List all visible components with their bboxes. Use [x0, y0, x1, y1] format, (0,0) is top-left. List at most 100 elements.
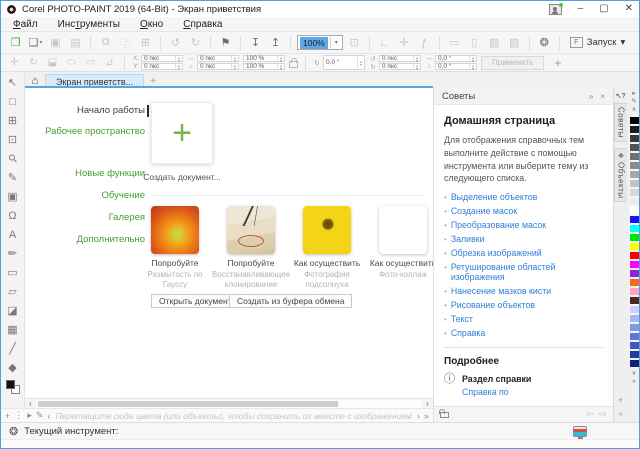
palette-color-swatch[interactable] [629, 260, 640, 269]
tab-welcome-screen[interactable]: Экран приветств... [45, 74, 144, 88]
welcome-nav-workspace[interactable]: Рабочее пространство [33, 126, 145, 137]
zoom-level-value[interactable]: 100% [300, 37, 328, 49]
palette-color-swatch[interactable] [629, 251, 640, 260]
close-button[interactable]: ✕ [625, 4, 633, 14]
skew-v-field[interactable]: 0,0 ° [435, 63, 477, 70]
tutorial-thumbnail-healing-clone[interactable] [227, 206, 275, 254]
spinner-icon[interactable] [231, 56, 238, 61]
palette-color-swatch[interactable] [629, 161, 640, 170]
save-icon[interactable]: ▣ [47, 34, 64, 51]
mask-transform-tool[interactable]: ⊞ [1, 111, 25, 130]
position-x-field[interactable]: 0 пкс [141, 55, 183, 62]
palette-color-swatch[interactable] [629, 206, 640, 215]
new-tab-icon[interactable]: + [144, 74, 162, 88]
show-object-marquee-icon[interactable]: ▯ [466, 34, 483, 51]
hint-link[interactable]: •Рисование объектов [444, 300, 603, 310]
hint-link[interactable]: •Преобразование масок [444, 220, 603, 230]
scrollbar-thumb[interactable] [38, 401, 338, 407]
palette-color-swatch[interactable] [629, 215, 640, 224]
add-control-icon[interactable]: + [554, 56, 561, 70]
tutorial-thumbnail-gaussian-blur[interactable] [151, 206, 199, 254]
object-transparency-tool[interactable]: ◪ [1, 301, 25, 320]
docker-back-icon[interactable]: ⇦ [586, 409, 594, 420]
scrollbar-track[interactable] [36, 400, 422, 408]
print-icon[interactable]: ▤ [67, 34, 84, 51]
palette-color-swatch[interactable] [629, 359, 640, 368]
position-y-field[interactable]: 0 пкс [141, 63, 183, 70]
welcome-nav-getting-started[interactable]: Начало работы [33, 105, 145, 116]
width-field[interactable]: 0 пкс [197, 55, 239, 62]
spinner-icon[interactable] [277, 64, 284, 69]
rectangle-tool[interactable]: ▭ [1, 263, 25, 282]
palette-color-swatch[interactable] [629, 287, 640, 296]
hint-link[interactable]: •Ретуширование областей изображения [444, 262, 603, 282]
height-field[interactable]: 0 пкс [197, 63, 239, 70]
welcome-nav-more[interactable]: Дополнительно [33, 234, 145, 245]
palette-color-swatch[interactable] [629, 143, 640, 152]
spinner-icon[interactable] [413, 64, 420, 69]
clone-tool[interactable]: ▣ [1, 187, 25, 206]
text-tool[interactable]: A [1, 225, 25, 244]
open-document-icon[interactable]: ❏▾ [27, 34, 44, 51]
palette-color-swatch[interactable] [629, 116, 640, 125]
copy-icon[interactable]: ⿻ [117, 34, 134, 51]
cut-icon[interactable]: ⧉ [97, 34, 114, 51]
palette-color-swatch[interactable] [629, 296, 640, 305]
perspective-correction-icon[interactable]: ✛ [396, 34, 413, 51]
foreground-color-swatch[interactable] [6, 380, 15, 389]
zoom-dropdown-caret-icon[interactable]: ▾ [330, 36, 342, 49]
welcome-nav-gallery[interactable]: Галерея [33, 212, 145, 223]
palette-scroll-right-icon[interactable]: › [417, 411, 420, 421]
hint-link[interactable]: •Справка [444, 328, 603, 338]
status-gear-icon[interactable]: ❂ [9, 425, 18, 438]
lock-ratio-icon[interactable] [289, 61, 298, 68]
open-dropdown-caret-icon[interactable]: ▾ [39, 39, 42, 46]
spinner-icon[interactable] [413, 56, 420, 61]
palette-more-icon[interactable]: » [424, 411, 429, 421]
image-adjustment-icon[interactable]: ƒ [416, 34, 433, 51]
color-management-icon[interactable] [573, 426, 587, 437]
redo-icon[interactable]: ↻ [187, 34, 204, 51]
user-account-icon[interactable] [549, 4, 562, 15]
paint-tool[interactable]: ✏ [1, 244, 25, 263]
pattern-transparency-tool[interactable]: ▦ [1, 320, 25, 339]
palette-color-swatch[interactable] [629, 305, 640, 314]
palette-color-swatch[interactable] [629, 188, 640, 197]
spinner-icon[interactable] [231, 64, 238, 69]
palette-color-swatch[interactable] [629, 269, 640, 278]
hint-link[interactable]: •Создание масок [444, 206, 603, 216]
menu-window[interactable]: Окно [140, 19, 163, 30]
palette-scroll-left-icon[interactable]: ‹ [47, 411, 50, 421]
rotation-angle-field[interactable]: 0,0 ° [323, 55, 365, 70]
add-color-icon[interactable]: + [5, 411, 10, 421]
palette-color-swatch[interactable] [629, 152, 640, 161]
palette-color-swatch[interactable] [629, 170, 640, 179]
rectangle-mask-tool[interactable]: □ [1, 92, 25, 111]
palette-scroll-down-icon[interactable]: ∨ [632, 370, 637, 378]
transform-scale-icon[interactable]: ⬓ [45, 57, 60, 68]
spinner-icon[interactable] [175, 64, 182, 69]
welcome-nav-learning[interactable]: Обучение [33, 190, 145, 201]
palette-eyedropper-icon[interactable]: ✎ [631, 98, 636, 106]
export-icon[interactable]: ↥ [267, 34, 284, 51]
paste-icon[interactable]: ⊞ [137, 34, 154, 51]
menu-file[interactable]: Файл [13, 19, 38, 30]
import-icon[interactable]: ↧ [247, 34, 264, 51]
hint-link[interactable]: •Текст [444, 314, 603, 324]
spinner-icon[interactable] [357, 56, 364, 69]
undo-icon[interactable]: ↺ [167, 34, 184, 51]
palette-color-swatch[interactable] [629, 197, 640, 206]
menu-tools[interactable]: Инструменты [58, 19, 120, 30]
home-tab-icon[interactable]: ⌂ [25, 74, 45, 88]
spinner-icon[interactable] [469, 56, 476, 61]
eraser-tool[interactable]: ▱ [1, 282, 25, 301]
fill-tool[interactable]: ◆ [1, 358, 25, 377]
palette-color-swatch[interactable] [629, 341, 640, 350]
create-from-clipboard-button[interactable]: Создать из буфера обмена [229, 294, 352, 308]
palette-color-swatch[interactable] [629, 278, 640, 287]
scroll-left-icon[interactable]: ‹ [25, 399, 36, 408]
new-document-icon[interactable]: ❐ [7, 34, 24, 51]
palette-color-swatch[interactable] [629, 242, 640, 251]
docker-strip-more-icon[interactable]: » [619, 411, 623, 418]
transform-perspective-icon[interactable]: ⊿ [102, 57, 117, 68]
